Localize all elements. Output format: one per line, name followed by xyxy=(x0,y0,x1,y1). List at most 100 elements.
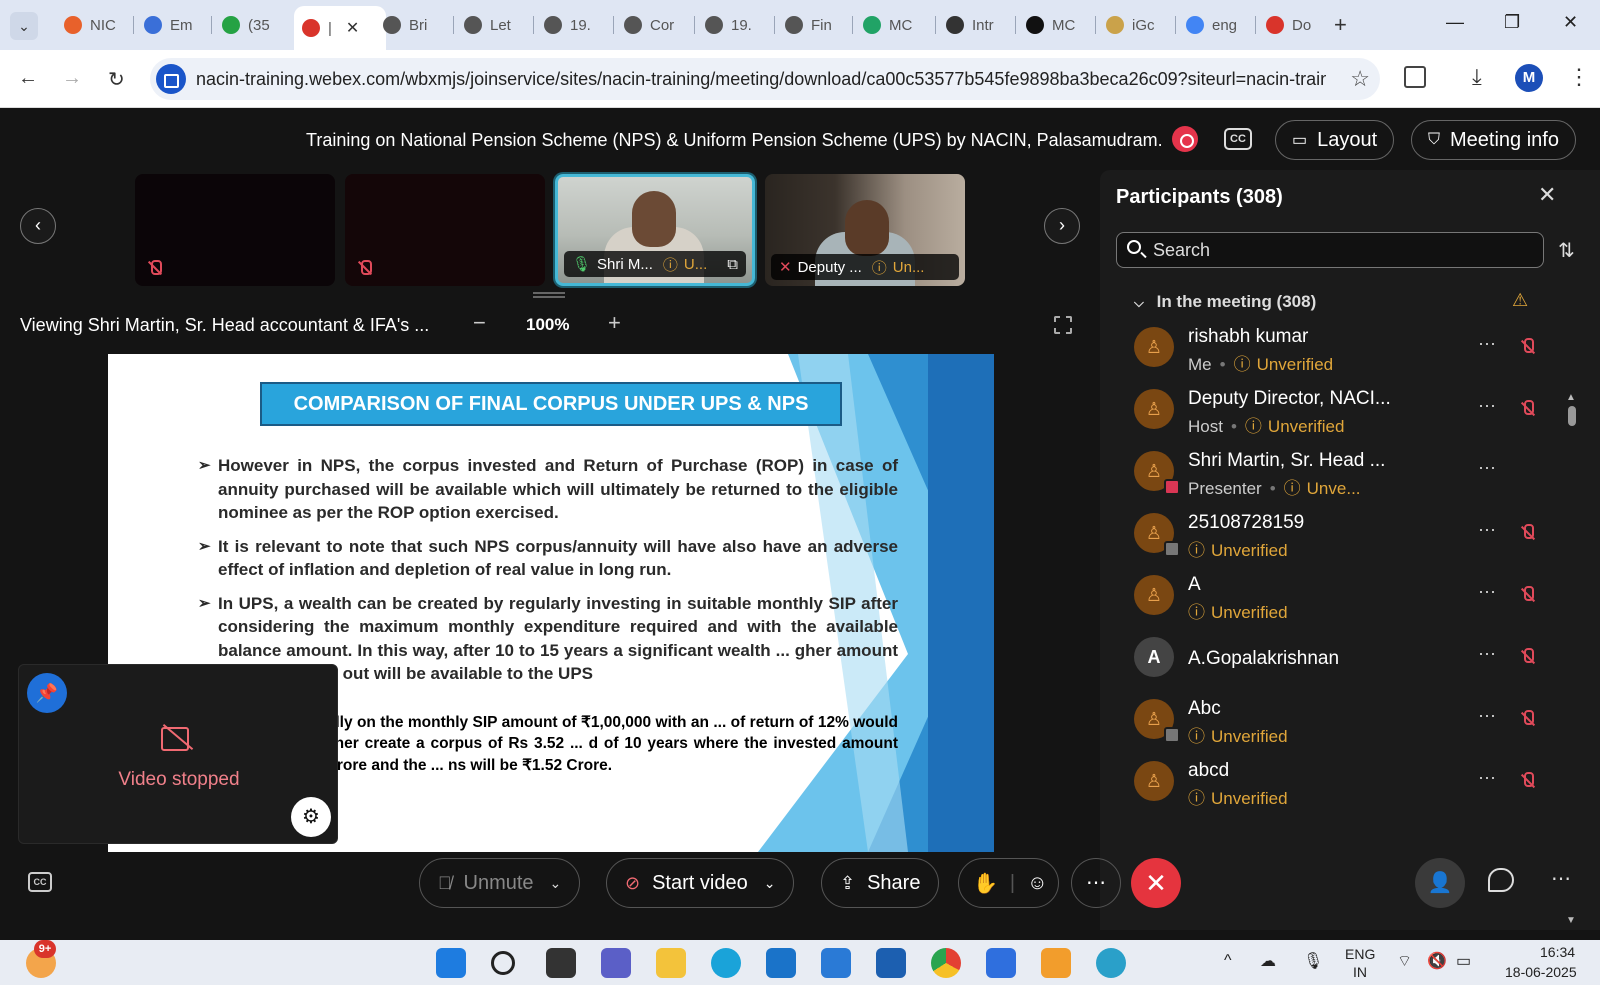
edge-icon[interactable] xyxy=(711,948,741,978)
browser-tab[interactable]: Bri xyxy=(375,8,451,42)
close-window-icon[interactable]: ✕ xyxy=(1563,12,1578,33)
participant-row[interactable]: ♙ Abc ⓘ Unverified ⋯ xyxy=(1116,690,1546,752)
new-tab-button[interactable]: + xyxy=(1334,12,1347,38)
participant-more-icon[interactable]: ⋯ xyxy=(1478,644,1496,665)
video-thumbnail[interactable] xyxy=(345,174,545,286)
close-panel-icon[interactable]: ✕ xyxy=(1538,182,1556,208)
browser-tab[interactable]: Em xyxy=(136,8,212,42)
participant-row[interactable]: ♙ Shri Martin, Sr. Head ... Presenter • ⓘ Unv… xyxy=(1116,442,1546,504)
omnibox[interactable]: nacin-training.webex.com/wbxmjs/joinserv… xyxy=(150,58,1380,100)
scroll-down-arrow-icon[interactable]: ▼ xyxy=(1566,915,1576,926)
layout-button[interactable]: ▭ Layout xyxy=(1275,120,1395,160)
browser-tab[interactable]: Intr xyxy=(938,8,1014,42)
participant-search-input[interactable] xyxy=(1153,239,1533,261)
participant-search-field[interactable] xyxy=(1116,232,1544,268)
store-icon[interactable] xyxy=(766,948,796,978)
file-explorer-icon[interactable] xyxy=(656,948,686,978)
participant-more-icon[interactable]: ⋯ xyxy=(1478,396,1496,417)
browser-tab[interactable]: NIC xyxy=(56,8,132,42)
vpn-icon[interactable] xyxy=(1096,948,1126,978)
participant-row[interactable]: ♙ Deputy Director, NACI... Host • ⓘ Unverifie… xyxy=(1116,380,1546,442)
zoom-in-button[interactable]: + xyxy=(608,310,621,336)
more-options-button[interactable]: ⋯ xyxy=(1071,858,1121,908)
language-top[interactable]: ENG xyxy=(1345,946,1375,962)
chevron-down-icon[interactable]: ⌄ xyxy=(764,875,776,892)
task-view-icon[interactable] xyxy=(546,948,576,978)
participant-row[interactable]: ♙ Aⓘ Unverified ⋯ xyxy=(1116,566,1546,628)
browser-tab[interactable]: (35 xyxy=(214,8,290,42)
battery-icon[interactable]: ▭ xyxy=(1456,951,1471,971)
video-thumbnail[interactable] xyxy=(135,174,335,286)
microphone-icon[interactable]: 🎙 xyxy=(1303,951,1323,971)
previous-videos-button[interactable]: ‹ xyxy=(20,208,56,244)
participant-more-icon[interactable]: ⋯ xyxy=(1478,706,1496,727)
browser-tab[interactable]: 19. xyxy=(536,8,612,42)
zoom-out-button[interactable]: − xyxy=(473,310,486,336)
extensions-icon[interactable] xyxy=(1404,66,1426,88)
reload-button[interactable]: ↻ xyxy=(108,67,125,92)
muted-mic-icon[interactable] xyxy=(1520,586,1536,604)
resize-handle[interactable] xyxy=(533,292,565,298)
sort-icon[interactable]: ⇅ xyxy=(1558,238,1575,263)
start-video-button[interactable]: ⊘ Start video ⌄ xyxy=(606,858,795,908)
chrome-icon[interactable] xyxy=(931,948,961,978)
windows-start-icon[interactable] xyxy=(436,948,466,978)
url-text[interactable]: nacin-training.webex.com/wbxmjs/joinserv… xyxy=(196,69,1326,90)
downloads-icon[interactable]: ⤓ xyxy=(1472,64,1482,90)
clock-time[interactable]: 16:34 xyxy=(1540,944,1575,960)
pin-icon[interactable]: 📌 xyxy=(27,673,67,713)
participant-more-icon[interactable]: ⋯ xyxy=(1478,768,1496,789)
app-icon[interactable] xyxy=(821,948,851,978)
more-panels-icon[interactable]: ⋯ xyxy=(1551,866,1571,891)
browser-tab[interactable]: iGc xyxy=(1098,8,1174,42)
closed-captions-button[interactable]: CC xyxy=(1224,128,1252,150)
profile-avatar[interactable]: M xyxy=(1515,64,1543,92)
self-view-panel[interactable]: 📌 Video stopped ⚙ xyxy=(18,664,338,844)
share-button[interactable]: ⇪ Share xyxy=(821,858,940,908)
scrollbar-thumb[interactable] xyxy=(1568,406,1576,426)
captions-icon[interactable]: CC xyxy=(28,872,52,892)
browser-menu-icon[interactable]: ⋮ xyxy=(1568,64,1590,90)
settings-gear-icon[interactable]: ⚙ xyxy=(291,797,331,837)
unmute-button[interactable]: 🎙̸ Unmute ⌄ xyxy=(419,858,581,908)
forward-button[interactable]: → xyxy=(62,67,82,90)
video-thumbnail-active-speaker[interactable]: 🎙 Shri M... ⓘ U... ⧉ xyxy=(555,174,755,286)
participant-row[interactable]: ♙ rishabh kumar Me • ⓘ Unverified ⋯ xyxy=(1116,318,1546,380)
clock-date[interactable]: 18-06-2025 xyxy=(1505,964,1577,980)
browser-tab[interactable]: MC xyxy=(855,8,931,42)
participant-more-icon[interactable]: ⋯ xyxy=(1478,582,1496,603)
browser-tab[interactable]: 19. xyxy=(697,8,773,42)
browser-tab[interactable]: Let xyxy=(456,8,532,42)
raise-hand-icon[interactable]: ✋ xyxy=(973,871,998,896)
language-bottom[interactable]: IN xyxy=(1353,964,1367,980)
muted-mic-icon[interactable] xyxy=(1520,400,1536,418)
browser-tab[interactable]: Fin xyxy=(777,8,853,42)
tab-close-icon[interactable]: ✕ xyxy=(346,18,359,38)
participant-row[interactable]: ♙ 25108728159 ⓘ Unverified ⋯ xyxy=(1116,504,1546,566)
chevron-down-icon[interactable]: ⌄ xyxy=(550,875,562,892)
wifi-icon[interactable]: ⌔ xyxy=(1397,951,1412,971)
browser-tab[interactable]: Cor xyxy=(616,8,692,42)
minimize-icon[interactable]: — xyxy=(1446,12,1464,33)
docs-icon[interactable] xyxy=(986,948,1016,978)
browser-tab[interactable]: eng xyxy=(1178,8,1254,42)
recording-indicator-icon[interactable] xyxy=(1172,126,1198,152)
participant-more-icon[interactable]: ⋯ xyxy=(1478,334,1496,355)
search-icon[interactable] xyxy=(491,951,515,975)
muted-mic-icon[interactable] xyxy=(1520,772,1536,790)
fullscreen-icon[interactable] xyxy=(1054,316,1072,334)
next-videos-button[interactable]: › xyxy=(1044,208,1080,244)
muted-mic-icon[interactable] xyxy=(1520,338,1536,356)
back-button[interactable]: ← xyxy=(18,67,38,90)
browser-tab[interactable]: Do xyxy=(1258,8,1334,42)
app-icon[interactable] xyxy=(876,948,906,978)
in-meeting-section-header[interactable]: ⌵ In the meeting (308) xyxy=(1134,292,1316,312)
onedrive-icon[interactable]: ☁ xyxy=(1260,951,1276,971)
video-thumbnail[interactable]: ✕ Deputy ... ⓘ Un... xyxy=(765,174,965,286)
scroll-up-arrow-icon[interactable]: ▲ xyxy=(1566,392,1576,403)
meeting-info-button[interactable]: ⛉ Meeting info xyxy=(1411,120,1576,160)
site-info-icon[interactable] xyxy=(156,64,186,94)
muted-mic-icon[interactable] xyxy=(1520,710,1536,728)
show-hidden-icons-icon[interactable]: ^ xyxy=(1224,952,1232,970)
teams-icon[interactable] xyxy=(601,948,631,978)
